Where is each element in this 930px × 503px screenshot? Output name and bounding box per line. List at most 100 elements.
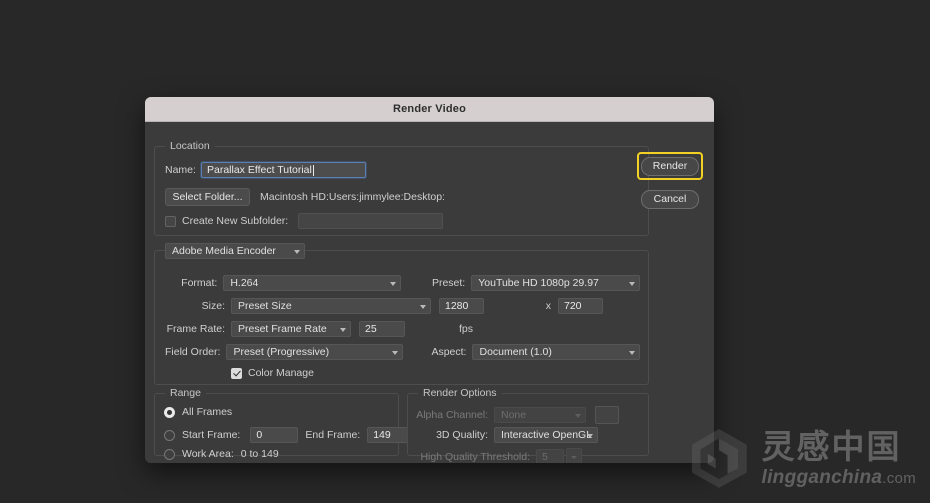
hq-threshold-label: High Quality Threshold: [420,451,530,463]
watermark-text: 灵感中国 lingganchina.com [762,430,917,487]
watermark: 灵感中国 lingganchina.com [686,425,917,491]
location-group-legend: Location [165,140,215,152]
name-label: Name: [165,164,196,176]
folder-path-text: Macintosh HD:Users:jimmylee:Desktop: [260,191,445,203]
width-input[interactable]: 1280 [439,298,484,314]
field-order-select[interactable]: Preset (Progressive) [226,344,403,360]
start-frame-label: Start Frame: [182,429,241,441]
encoder-settings-group: Adobe Media Encoder Format: H.264 Preset… [154,243,649,385]
chevron-down-icon [587,434,593,438]
height-value: 720 [564,300,582,312]
chevron-down-icon [629,282,636,286]
fps-input[interactable]: 25 [359,321,405,337]
size-label: Size: [201,300,225,312]
dialog-body: Location Name: Parallax Effect Tutorial … [145,122,714,463]
work-area-value: 0 to 149 [240,448,279,460]
render-options-group: Render Options Alpha Channel: None 3D Qu… [407,387,649,463]
alpha-channel-label: Alpha Channel: [416,409,488,421]
watermark-latin-name: lingganchina [761,466,883,488]
preset-value: YouTube HD 1080p 29.97 [478,277,599,289]
size-select[interactable]: Preset Size [231,298,431,314]
format-label: Format: [181,277,218,289]
dialog-actions: Render Cancel [637,152,705,209]
chevron-down-icon [629,351,635,355]
alpha-matte-color-swatch [595,406,619,424]
aspect-select[interactable]: Document (1.0) [472,344,640,360]
name-row: Name: Parallax Effect Tutorial [165,162,366,178]
chevron-down-icon [420,305,426,309]
render-video-dialog: Render Video Location Name: Parallax Eff… [145,97,714,463]
hq-threshold-value: 5 [542,451,548,463]
range-group-legend: Range [165,387,206,399]
create-subfolder-checkbox[interactable] [165,215,176,227]
all-frames-radio[interactable] [164,406,175,418]
dialog-titlebar: Render Video [145,97,714,122]
color-manage-row: Color Manage [231,367,314,379]
chevron-down-icon [294,250,300,254]
format-select[interactable]: H.264 [223,275,401,291]
create-subfolder-label: Create New Subfolder: [182,215,289,227]
color-manage-label: Color Manage [248,367,314,379]
custom-range-radio[interactable] [164,429,175,441]
render-options-group-legend: Render Options [418,387,502,399]
render-button-highlight: Render [637,152,703,180]
all-frames-label: All Frames [182,406,233,418]
watermark-latin: lingganchina.com [762,468,917,487]
end-frame-label: End Frame: [305,429,361,441]
field-order-label: Field Order: [165,346,221,358]
select-folder-button[interactable]: Select Folder... [165,188,250,206]
chevron-down-icon [571,455,577,459]
frame-rate-row: Frame Rate: Preset Frame Rate 25 fps [165,321,640,337]
create-subfolder-row: Create New Subfolder: [165,213,444,229]
work-area-row: Work Area: 0 to 149 [164,448,279,460]
end-frame-value: 149 [373,429,391,441]
watermark-domain: .com [882,469,916,487]
chevron-down-icon [391,351,398,355]
chevron-down-icon [340,328,346,332]
encoder-engine-value: Adobe Media Encoder [172,245,276,257]
cancel-button[interactable]: Cancel [641,189,699,209]
end-frame-input[interactable]: 149 [367,427,413,443]
range-group: Range All Frames Start Frame: 0 End Fram… [154,387,413,460]
all-frames-row[interactable]: All Frames [164,406,232,418]
output-name-value: Parallax Effect Tutorial [207,164,312,176]
fps-value: 25 [365,323,377,335]
start-frame-input[interactable]: 0 [250,427,299,443]
3d-quality-row: 3D Quality: Interactive OpenGL [412,427,598,443]
render-button[interactable]: Render [641,156,699,176]
color-manage-checkbox[interactable] [231,367,242,379]
width-value: 1280 [445,300,469,312]
work-area-radio[interactable] [164,448,175,460]
encoder-engine-select[interactable]: Adobe Media Encoder [165,243,305,259]
location-group: Location Name: Parallax Effect Tutorial … [154,140,649,236]
aspect-label: Aspect: [431,346,467,358]
fps-unit-label: fps [458,323,473,335]
frame-rate-label: Frame Rate: [166,323,225,335]
frame-rate-value: Preset Frame Rate [238,323,327,335]
preset-select[interactable]: YouTube HD 1080p 29.97 [471,275,641,291]
hq-threshold-input: 5 [536,449,564,463]
3d-quality-value: Interactive OpenGL [501,429,593,441]
alpha-channel-row: Alpha Channel: None [412,406,619,424]
subfolder-name-input[interactable] [298,213,444,229]
chevron-down-icon [575,414,581,418]
height-input[interactable]: 720 [558,298,603,314]
work-area-label: Work Area: [182,448,234,460]
format-row: Format: H.264 Preset: YouTube HD 1080p 2… [165,275,641,291]
hq-threshold-row: High Quality Threshold: 5 [412,448,582,463]
start-frame-row: Start Frame: 0 End Frame: 149 [164,427,413,443]
chevron-down-icon [389,282,396,286]
text-caret [312,164,314,176]
alpha-channel-value: None [501,409,527,421]
watermark-chinese: 灵感中国 [761,426,902,466]
start-frame-value: 0 [256,429,263,441]
field-order-value: Preset (Progressive) [233,346,330,358]
aspect-value: Document (1.0) [479,346,552,358]
size-value: Preset Size [238,300,292,312]
3d-quality-select[interactable]: Interactive OpenGL [494,427,598,443]
frame-rate-select[interactable]: Preset Frame Rate [231,321,351,337]
size-row: Size: Preset Size 1280 x 720 [165,298,640,314]
format-value: H.264 [230,277,259,289]
output-name-input[interactable]: Parallax Effect Tutorial [201,162,366,178]
folder-row: Select Folder... Macintosh HD:Users:jimm… [165,188,445,206]
